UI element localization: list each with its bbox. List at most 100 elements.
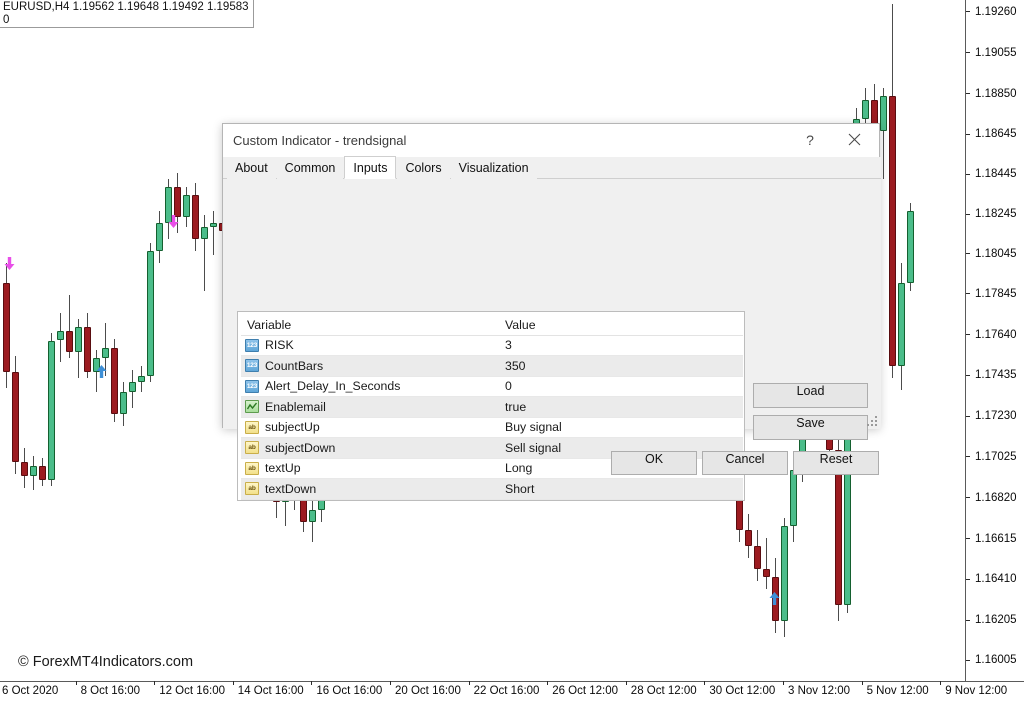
grip-dot bbox=[871, 420, 873, 422]
candle-body bbox=[129, 382, 136, 392]
integer-type-icon: 123 bbox=[245, 359, 259, 372]
tab-inputs[interactable]: Inputs bbox=[344, 156, 396, 179]
table-row[interactable]: abtextDownShort bbox=[241, 479, 743, 500]
price-tick-label: 1.19260 bbox=[966, 5, 1017, 19]
price-tick-label: 1.17230 bbox=[966, 409, 1017, 423]
candle-wick bbox=[213, 211, 214, 255]
site-watermark: © ForexMT4Indicators.com bbox=[18, 654, 193, 670]
candle-body bbox=[66, 331, 73, 353]
time-tick-label: 30 Oct 12:00 bbox=[709, 685, 775, 697]
tab-colors[interactable]: Colors bbox=[397, 157, 449, 179]
custom-indicator-dialog[interactable]: Custom Indicator - trendsignal ? AboutCo… bbox=[222, 123, 880, 428]
variable-cell[interactable]: Enablemail bbox=[241, 397, 497, 418]
variable-cell[interactable]: abtextUp bbox=[241, 458, 497, 479]
string-type-icon: ab bbox=[245, 441, 259, 454]
sell-signal-arrow-icon bbox=[168, 215, 179, 228]
tab-common[interactable]: Common bbox=[277, 157, 344, 179]
mt4-terminal-window: EURUSD,H4 1.19562 1.19648 1.19492 1.1958… bbox=[0, 0, 1024, 703]
tab-visualization[interactable]: Visualization bbox=[451, 157, 537, 179]
value-cell[interactable]: 3 bbox=[497, 335, 743, 356]
chart-subline-label: 0 bbox=[3, 14, 249, 26]
candle-body bbox=[174, 187, 181, 217]
type-icon-label: 123 bbox=[246, 340, 258, 351]
price-tick-label: 1.16410 bbox=[966, 572, 1017, 586]
value-cell[interactable]: true bbox=[497, 397, 743, 418]
time-axis[interactable]: 6 Oct 20208 Oct 16:0012 Oct 16:0014 Oct … bbox=[0, 681, 1024, 703]
time-tick-label: 28 Oct 12:00 bbox=[631, 685, 697, 697]
candle-body bbox=[862, 100, 869, 120]
reset-button[interactable]: Reset bbox=[793, 451, 879, 475]
candle-body bbox=[907, 211, 914, 283]
candle-body bbox=[192, 195, 199, 239]
help-button[interactable]: ? bbox=[793, 124, 827, 155]
time-tick-label: 22 Oct 16:00 bbox=[474, 685, 540, 697]
variable-name: subjectDown bbox=[265, 441, 335, 455]
dialog-tabstrip[interactable]: AboutCommonInputsColorsVisualization bbox=[223, 157, 881, 179]
candle-body bbox=[57, 331, 64, 341]
time-tick-label: 5 Nov 12:00 bbox=[867, 685, 929, 697]
variable-cell[interactable]: abtextDown bbox=[241, 479, 497, 500]
parameters-table-head: Variable Value bbox=[241, 315, 743, 335]
close-icon[interactable] bbox=[837, 124, 871, 155]
integer-type-icon: 123 bbox=[245, 339, 259, 352]
variable-cell[interactable]: 123CountBars bbox=[241, 356, 497, 377]
price-tick-label: 1.17640 bbox=[966, 328, 1017, 342]
table-row[interactable]: 123CountBars350 bbox=[241, 356, 743, 377]
variable-cell[interactable]: 123Alert_Delay_In_Seconds bbox=[241, 376, 497, 397]
cancel-button[interactable]: Cancel bbox=[702, 451, 788, 475]
price-tick-label: 1.16005 bbox=[966, 653, 1017, 667]
ok-button[interactable]: OK bbox=[611, 451, 697, 475]
candle-body bbox=[745, 530, 752, 546]
candle-wick bbox=[766, 538, 767, 590]
column-header-variable[interactable]: Variable bbox=[241, 315, 497, 335]
value-cell[interactable]: 0 bbox=[497, 376, 743, 397]
save-button[interactable]: Save bbox=[753, 415, 868, 440]
candle-body bbox=[309, 510, 316, 522]
candle-body bbox=[300, 498, 307, 522]
symbol-quote-box: EURUSD,H4 1.19562 1.19648 1.19492 1.1958… bbox=[0, 0, 254, 28]
candle-body bbox=[183, 195, 190, 217]
time-tick-label: 20 Oct 16:00 bbox=[395, 685, 461, 697]
dialog-titlebar[interactable]: Custom Indicator - trendsignal ? bbox=[223, 124, 879, 157]
grip-dot bbox=[871, 424, 873, 426]
time-tick-label: 3 Nov 12:00 bbox=[788, 685, 850, 697]
candle-body bbox=[30, 466, 37, 476]
price-tick-label: 1.16820 bbox=[966, 491, 1017, 505]
candle-body bbox=[48, 341, 55, 480]
grip-dot bbox=[875, 424, 877, 426]
price-tick-label: 1.18645 bbox=[966, 127, 1017, 141]
price-tick-label: 1.18045 bbox=[966, 247, 1017, 261]
time-tick-label: 6 Oct 2020 bbox=[2, 685, 58, 697]
price-tick-label: 1.18445 bbox=[966, 167, 1017, 181]
table-row[interactable]: Enablemailtrue bbox=[241, 397, 743, 418]
load-button[interactable]: Load bbox=[753, 383, 868, 408]
price-axis[interactable]: 1.192601.190551.188501.186451.184451.182… bbox=[965, 0, 1024, 681]
candle-body bbox=[3, 283, 10, 373]
variable-cell[interactable]: 123RISK bbox=[241, 335, 497, 356]
table-row[interactable]: 123RISK3 bbox=[241, 335, 743, 356]
value-cell[interactable]: 350 bbox=[497, 356, 743, 377]
time-tick-label: 26 Oct 12:00 bbox=[552, 685, 618, 697]
buy-signal-arrow-icon bbox=[96, 365, 107, 378]
price-tick-label: 1.18850 bbox=[966, 87, 1017, 101]
column-header-value[interactable]: Value bbox=[497, 315, 743, 335]
dialog-title: Custom Indicator - trendsignal bbox=[233, 133, 406, 148]
time-tick-label: 16 Oct 16:00 bbox=[316, 685, 382, 697]
grip-dot bbox=[875, 416, 877, 418]
table-row[interactable]: absubjectUpBuy signal bbox=[241, 417, 743, 438]
candle-body bbox=[120, 392, 127, 414]
variable-cell[interactable]: absubjectUp bbox=[241, 417, 497, 438]
resize-grip[interactable] bbox=[867, 416, 878, 427]
sell-signal-arrow-icon bbox=[4, 257, 15, 270]
value-cell[interactable]: Buy signal bbox=[497, 417, 743, 438]
string-type-icon: ab bbox=[245, 462, 259, 475]
table-row[interactable]: 123Alert_Delay_In_Seconds0 bbox=[241, 376, 743, 397]
candle-body bbox=[138, 376, 145, 382]
candle-body bbox=[147, 251, 154, 376]
value-cell[interactable]: Short bbox=[497, 479, 743, 500]
variable-cell[interactable]: ab subjectDown bbox=[241, 438, 497, 459]
price-tick-label: 1.18245 bbox=[966, 207, 1017, 221]
time-tick-label: 12 Oct 16:00 bbox=[159, 685, 225, 697]
string-type-icon: ab bbox=[245, 482, 259, 495]
tab-about[interactable]: About bbox=[227, 157, 276, 179]
